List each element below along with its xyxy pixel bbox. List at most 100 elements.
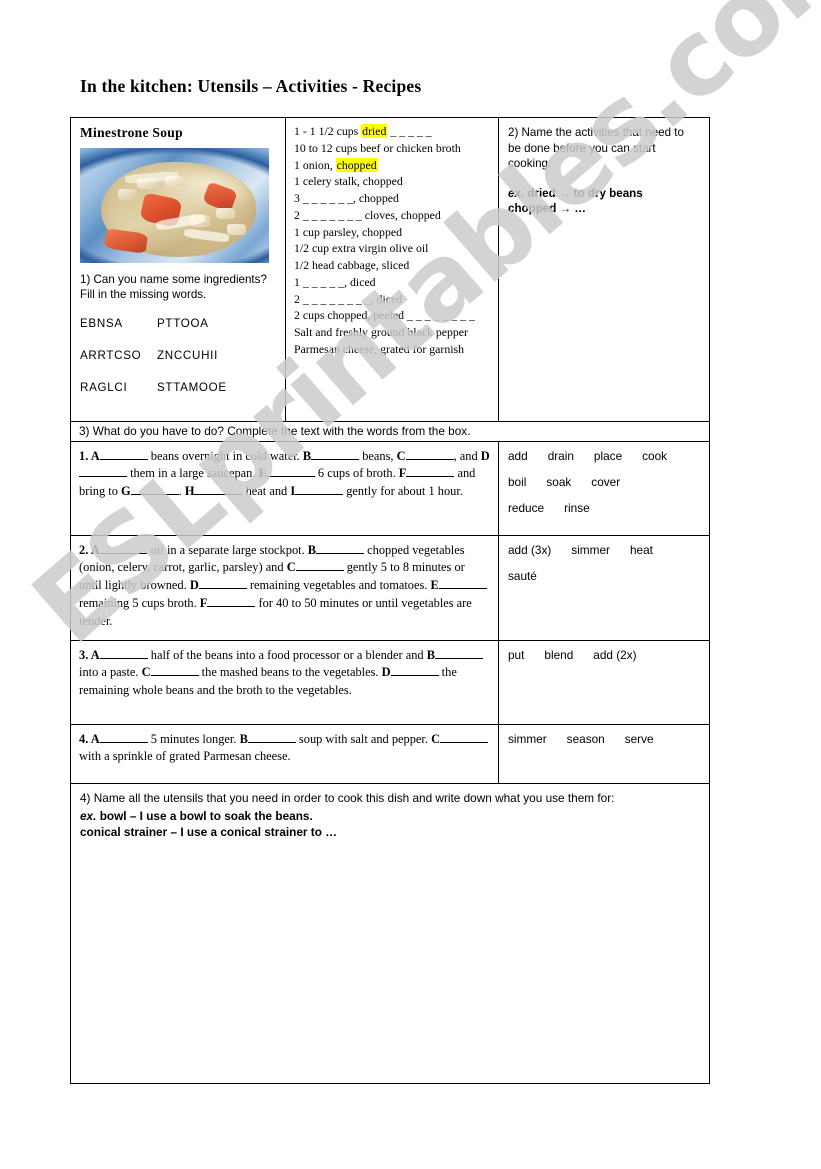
answer-blank[interactable] xyxy=(440,741,489,743)
step-number: 4. xyxy=(79,731,91,746)
scrambled-word: ZNCCUHII xyxy=(157,348,218,362)
answer-blank[interactable] xyxy=(247,741,296,743)
word-box-item[interactable]: cook xyxy=(642,449,667,463)
word-box-item[interactable]: put xyxy=(508,648,524,662)
blank-letter: B xyxy=(239,731,248,746)
word-box-cell: add drain place cook boil soak cover reduce rins… xyxy=(499,442,709,535)
step-row: 4. A 5 minutes longer. B soup with salt … xyxy=(71,724,709,784)
blank-letter: C xyxy=(286,560,296,575)
word-box-line: boil soak cover xyxy=(508,475,701,489)
answer-blank[interactable] xyxy=(295,494,344,496)
answer-blank[interactable] xyxy=(434,657,483,659)
answer-blank[interactable] xyxy=(438,588,487,590)
answer-blank[interactable] xyxy=(130,494,179,496)
blank-letter: B xyxy=(302,448,312,463)
highlighted-word: chopped xyxy=(335,157,378,172)
word-box-item[interactable]: reduce xyxy=(508,501,544,515)
example-label: ex. xyxy=(80,808,97,823)
answer-blank[interactable] xyxy=(207,606,256,608)
answer-blank[interactable] xyxy=(194,494,243,496)
word-box-line: simmer season serve xyxy=(508,732,701,746)
word-box-item[interactable]: simmer xyxy=(508,732,547,746)
scrambled-word: RAGLCI xyxy=(80,380,128,394)
worksheet-table: Minestrone Soup 1) Can you name some ing… xyxy=(70,117,710,1084)
blank-letter: D xyxy=(189,578,199,593)
ingredient-line: Salt and freshly ground black pepper xyxy=(294,325,468,339)
steps-container: 1. A beans overnight in cold water. B be… xyxy=(71,441,709,784)
example-line-1: dried → to dry beans xyxy=(527,186,643,200)
answer-blank[interactable] xyxy=(99,657,148,659)
word-box-item[interactable]: rinse xyxy=(564,501,590,515)
blank-letter: A xyxy=(90,647,100,662)
word-box-line: reduce rinse xyxy=(508,501,701,515)
word-box-item[interactable]: place xyxy=(594,449,622,463)
step-text-cell: 3. A half of the beans into a food proce… xyxy=(71,640,499,724)
example-line-2: chopped → … xyxy=(508,202,586,216)
word-box-item[interactable]: simmer xyxy=(571,543,610,557)
answer-blank[interactable] xyxy=(99,741,148,743)
step-text-cell: 2. A oil in a separate large stockpot. B… xyxy=(71,535,499,640)
ingredient-line: 3 _ _ _ _ _ _, chopped xyxy=(294,191,399,205)
answer-blank[interactable] xyxy=(405,458,454,460)
answer-blank[interactable] xyxy=(266,476,315,478)
question-1-prompt: 1) Can you name some ingredients? Fill i… xyxy=(80,273,267,302)
word-box-item[interactable]: serve xyxy=(625,732,654,746)
scrambled-word: STTAMOOE xyxy=(157,380,227,394)
blank-letter: G xyxy=(121,484,131,499)
answer-blank[interactable] xyxy=(198,588,247,590)
ingredient-line: 10 to 12 cups beef or chicken broth xyxy=(294,140,461,155)
word-box-item[interactable]: add (2x) xyxy=(593,648,636,662)
word-box-item[interactable]: boil xyxy=(508,475,526,489)
bean-piece xyxy=(227,223,247,236)
word-box-item[interactable]: cover xyxy=(591,475,620,489)
answer-blank[interactable] xyxy=(311,458,360,460)
answer-blank[interactable] xyxy=(316,552,365,554)
ingredients-list: 1 - 1 1/2 cups dried _ _ _ _ _ 10 to 12 c… xyxy=(294,123,492,358)
highlighted-word: dried xyxy=(361,124,388,138)
example-label: ex. xyxy=(508,186,525,200)
word-box-item[interactable]: season xyxy=(567,732,605,746)
answer-blank[interactable] xyxy=(79,476,127,478)
step-row: 1. A beans overnight in cold water. B be… xyxy=(71,441,709,536)
ingredient-line: 2 cups chopped, peeled _ _ _ _ _ _ _ _ xyxy=(294,308,475,323)
word-box-item[interactable]: heat xyxy=(630,543,653,557)
word-box-item[interactable]: drain xyxy=(548,449,574,463)
word-box-cell: put blend add (2x) xyxy=(499,641,709,724)
bean-piece xyxy=(117,189,137,200)
answer-blank[interactable] xyxy=(150,675,199,677)
answer-blank[interactable] xyxy=(99,552,148,554)
question-4-section: 4) Name all the utensils that you need i… xyxy=(71,784,709,1083)
blank-letter: H xyxy=(184,484,195,499)
answer-blank[interactable] xyxy=(295,570,344,572)
example-line-2: conical strainer – I use a conical strai… xyxy=(80,825,338,840)
blank-letter: E xyxy=(430,578,439,593)
word-box-line: put blend add (2x) xyxy=(508,648,701,662)
ingredient-line: 2 _ _ _ _ _ _ _ _, diced xyxy=(294,291,403,306)
question-2-example: ex. dried → to dry beans chopped → … xyxy=(508,186,700,217)
activity-2-column: 2) Name the activities that need to be d… xyxy=(499,118,708,421)
ingredient-line: 1/2 cup extra virgin olive oil xyxy=(294,241,429,256)
step-row: 2. A oil in a separate large stockpot. B… xyxy=(71,535,709,641)
answer-blank[interactable] xyxy=(99,458,148,460)
answer-blank[interactable] xyxy=(406,476,455,478)
answer-blank[interactable] xyxy=(390,675,439,677)
blank-letter: A xyxy=(90,542,100,557)
word-box-item[interactable]: sauté xyxy=(508,569,537,583)
word-box-line: sauté xyxy=(508,569,701,583)
bean-piece xyxy=(216,207,235,220)
scrambled-word: PTTOOA xyxy=(157,316,209,330)
blank-letter: E xyxy=(258,466,267,481)
blank-letter: C xyxy=(396,448,406,463)
minestrone-soup-photo xyxy=(80,148,269,263)
step-number: 3. xyxy=(79,647,91,662)
word-box-item[interactable]: add xyxy=(508,449,528,463)
ingredient-line: 1 _ _ _ _ _, diced xyxy=(294,274,376,289)
word-box-cell: add (3x) simmer heat sauté xyxy=(499,536,709,640)
word-box-item[interactable]: blend xyxy=(544,648,573,662)
page-title: In the kitchen: Utensils – Activities - … xyxy=(80,76,422,96)
top-band-row: Minestrone Soup 1) Can you name some ing… xyxy=(71,118,709,422)
word-box-item[interactable]: add (3x) xyxy=(508,543,551,557)
word-box-item[interactable]: soak xyxy=(546,475,571,489)
ingredients-column: 1 - 1 1/2 cups dried _ _ _ _ _ 10 to 12 c… xyxy=(286,118,499,421)
blank-letter: B xyxy=(426,647,435,662)
